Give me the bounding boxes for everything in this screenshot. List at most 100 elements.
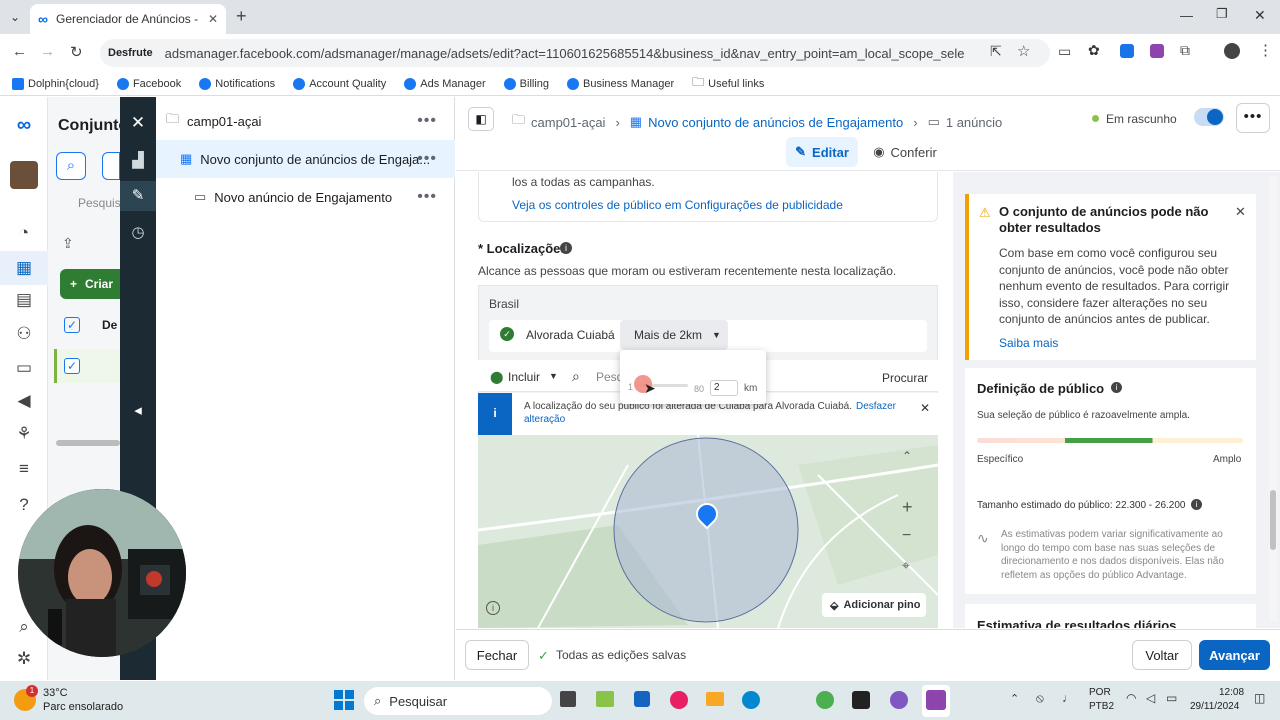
undo-link-2[interactable]: alteração: [524, 414, 565, 425]
minimize-icon[interactable]: —: [1180, 8, 1193, 23]
more-options-icon[interactable]: •••: [417, 112, 437, 130]
collapse-map-icon[interactable]: ⌃: [902, 449, 912, 463]
breadcrumb-campaign[interactable]: camp01-açai: [531, 115, 605, 130]
megaphone-icon[interactable]: ◀: [12, 389, 36, 413]
battery-icon[interactable]: ▭: [1166, 691, 1177, 705]
select-all-checkbox[interactable]: ✓: [64, 317, 80, 333]
tree-campaign[interactable]: 🗀 camp01-açai •••: [156, 102, 455, 140]
upload-icon[interactable]: ⇪: [62, 235, 74, 252]
account-avatar[interactable]: [10, 161, 38, 189]
bookmark-account-quality[interactable]: Account Quality: [293, 77, 386, 90]
billing-icon[interactable]: ▭: [12, 356, 36, 380]
chart-icon[interactable]: ▟: [126, 149, 150, 173]
help-icon[interactable]: ?: [12, 493, 36, 517]
bookmark-useful-links[interactable]: 🗀 Useful links: [692, 73, 764, 94]
info-icon[interactable]: i: [1191, 499, 1202, 510]
windows-start-icon[interactable]: [334, 690, 354, 710]
bookmark-business-manager[interactable]: Business Manager: [567, 77, 674, 90]
app-icon-1[interactable]: [596, 691, 614, 707]
close-warning-icon[interactable]: ✕: [1235, 204, 1246, 220]
tab-list-icon[interactable]: ⌄: [10, 10, 20, 24]
bookmark-star-icon[interactable]: ☆: [1017, 42, 1030, 60]
meta-logo-icon[interactable]: ∞: [12, 113, 36, 137]
location-map[interactable]: ⌃ + − ⌖ i ⬙ Adicionar pino: [478, 435, 938, 628]
radius-dropdown[interactable]: Mais de 2km ▼: [620, 320, 728, 350]
radius-value-input[interactable]: 2: [710, 380, 738, 396]
url-text[interactable]: adsmanager.facebook.com/adsmanager/manag…: [165, 46, 965, 61]
vertical-scrollbar[interactable]: [1269, 176, 1277, 622]
view-toggle[interactable]: [102, 152, 120, 180]
profile-avatar-icon[interactable]: [1224, 43, 1240, 59]
clock-date[interactable]: 29/11/2024: [1190, 701, 1239, 712]
close-window-icon[interactable]: ✕: [1254, 7, 1266, 24]
capcut-icon[interactable]: [852, 691, 870, 709]
publish-toggle[interactable]: [1194, 108, 1224, 126]
extension-icon-1[interactable]: ✿: [1088, 42, 1100, 59]
notifications-icon[interactable]: ◫: [1254, 691, 1265, 705]
copilot-icon[interactable]: [670, 691, 688, 709]
more-options-icon[interactable]: •••: [417, 188, 437, 206]
extension-icon-2[interactable]: [1120, 44, 1134, 58]
tray-chevron-icon[interactable]: ⌃: [1010, 692, 1019, 705]
breadcrumb-ads[interactable]: 1 anúncio: [946, 115, 1002, 130]
breadcrumb-adset[interactable]: Novo conjunto de anúncios de Engajamento: [648, 115, 903, 130]
locate-icon[interactable]: ⌖: [902, 557, 910, 574]
more-options-icon[interactable]: •••: [417, 150, 437, 168]
bookmark-notifications[interactable]: Notifications: [199, 77, 275, 90]
clock-time[interactable]: 12:08: [1219, 687, 1244, 698]
back-button[interactable]: Voltar: [1132, 640, 1192, 670]
pencil-icon[interactable]: ✎: [126, 184, 150, 208]
extension-icon-3[interactable]: [1150, 44, 1164, 58]
chrome-icon[interactable]: [816, 691, 834, 709]
back-icon[interactable]: ←: [12, 43, 27, 60]
forward-icon[interactable]: →: [40, 43, 55, 60]
puzzle-icon[interactable]: ⧉: [1180, 42, 1190, 59]
language-1[interactable]: POR: [1089, 687, 1111, 698]
browser-tab[interactable]: ∞ Gerenciador de Anúncios - Ger ✕: [30, 4, 226, 34]
more-menu-button[interactable]: •••: [1236, 103, 1270, 133]
next-button[interactable]: Avançar: [1199, 640, 1270, 670]
chrome-menu-icon[interactable]: ⋮: [1258, 41, 1273, 59]
events-icon[interactable]: ⚘: [12, 422, 36, 446]
bookmark-facebook[interactable]: Facebook: [116, 77, 181, 90]
bookmark-billing[interactable]: Billing: [503, 77, 549, 90]
edge-icon[interactable]: [742, 691, 760, 709]
zoom-out-icon[interactable]: −: [902, 527, 911, 545]
browse-button[interactable]: Procurar: [882, 371, 928, 385]
language-2[interactable]: PTB2: [1089, 701, 1114, 712]
horizontal-scrollbar[interactable]: [56, 440, 120, 446]
reload-icon[interactable]: ↻: [70, 43, 83, 61]
microphone-icon[interactable]: ♩: [1062, 691, 1074, 705]
app-icon-2[interactable]: [890, 691, 908, 709]
dolphin-app-icon[interactable]: [926, 690, 946, 710]
close-button[interactable]: Fechar: [465, 640, 529, 670]
all-tools-icon[interactable]: ≡: [12, 457, 36, 481]
include-dropdown[interactable]: Incluir: [508, 370, 540, 384]
info-icon[interactable]: i: [560, 242, 572, 254]
dashboard-icon[interactable]: ◔: [12, 221, 36, 245]
bookmark-ads-manager[interactable]: Ads Manager: [404, 77, 486, 90]
location-name[interactable]: Alvorada Cuiabá: [526, 328, 615, 342]
zoom-in-icon[interactable]: +: [902, 497, 913, 518]
wifi-icon[interactable]: ◠: [1126, 691, 1136, 705]
tree-adset[interactable]: ▦ Novo conjunto de anúncios de Engaja...…: [156, 140, 455, 178]
table-icon[interactable]: ▦: [12, 256, 36, 280]
audiences-icon[interactable]: ⚇: [12, 322, 36, 346]
taskbar-search[interactable]: ⌕ Pesquisar: [364, 687, 552, 715]
camera-icon[interactable]: ▭: [1058, 43, 1071, 60]
profile-chip[interactable]: Desfrute: [108, 47, 153, 59]
map-info-icon[interactable]: i: [486, 601, 500, 615]
close-editor-icon[interactable]: ✕: [126, 111, 150, 135]
info-icon[interactable]: i: [1111, 382, 1122, 393]
bug-icon[interactable]: ✲: [12, 647, 36, 671]
create-button[interactable]: + Criar: [60, 269, 120, 299]
install-icon[interactable]: ⇱: [990, 43, 1002, 60]
row-checkbox[interactable]: ✓: [64, 358, 80, 374]
search-button[interactable]: ⌕: [56, 152, 86, 180]
maximize-icon[interactable]: ❐: [1216, 6, 1228, 22]
store-icon[interactable]: [634, 691, 650, 707]
bookmark-dolphin[interactable]: Dolphin{cloud}: [12, 77, 99, 90]
tray-icon[interactable]: ⦸: [1036, 691, 1044, 706]
pages-icon[interactable]: ▤: [12, 288, 36, 312]
volume-icon[interactable]: ◁: [1146, 691, 1155, 705]
